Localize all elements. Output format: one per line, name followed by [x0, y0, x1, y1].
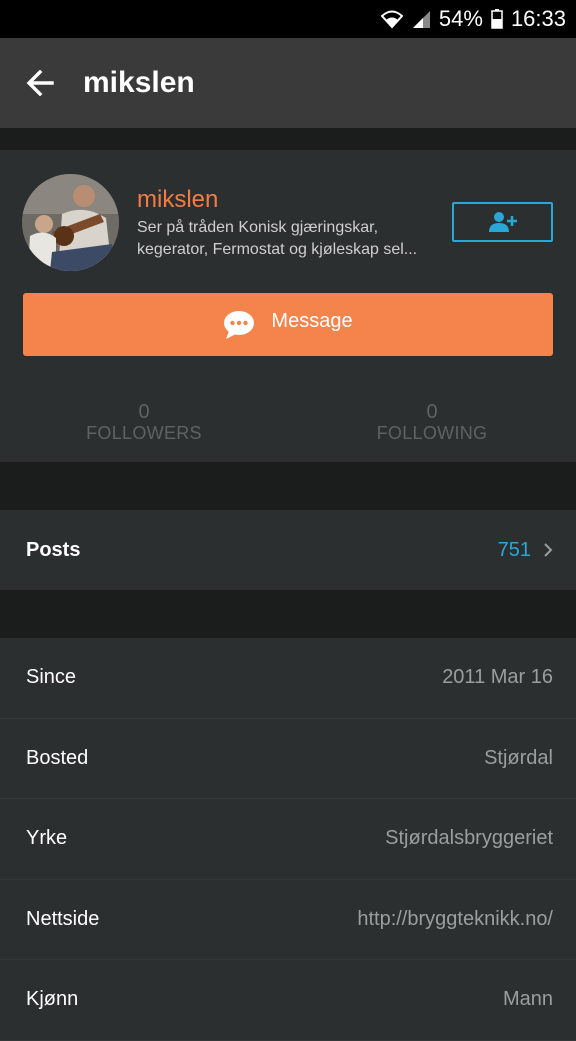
status-bar: 54% 16:33 [0, 0, 576, 38]
page-title: mikslen [83, 66, 195, 99]
info-value: Stjørdal [484, 746, 553, 769]
message-button[interactable]: Message [23, 293, 553, 356]
status-line-1: Ser på tråden Konisk gjæringskar, [137, 219, 379, 236]
followers-stat[interactable]: 0 FOLLOWERS [44, 402, 244, 444]
spacer [0, 128, 576, 150]
clock: 16:33 [510, 6, 566, 31]
info-value-link[interactable]: http://bryggteknikk.no/ [357, 908, 553, 931]
chat-bubble-icon [224, 310, 255, 339]
info-row-since: Since 2011 Mar 16 [0, 638, 576, 719]
info-value: Stjørdalsbryggeriet [385, 827, 553, 850]
status-line-2: kegerator, Fermostat og kjøleskap sel... [137, 241, 418, 258]
followers-label: FOLLOWERS [86, 423, 202, 443]
posts-count: 751 [497, 538, 531, 561]
following-count: 0 [426, 401, 438, 423]
posts-label: Posts [26, 538, 81, 561]
info-key: Nettside [26, 907, 100, 930]
posts-value: 751 [498, 539, 553, 562]
spacer [0, 590, 576, 638]
toolbar: mikslen [0, 38, 576, 128]
following-stat[interactable]: 0 FOLLOWING [332, 402, 532, 444]
profile-card: mikslen Ser på tråden Konisk gjæringskar… [0, 150, 576, 462]
message-button-label: Message [271, 310, 353, 332]
info-key: Kjønn [26, 988, 79, 1011]
info-key: Yrke [26, 827, 68, 850]
back-button[interactable] [0, 38, 80, 128]
following-label: FOLLOWING [376, 423, 488, 443]
profile-name: mikslen [137, 186, 219, 213]
add-user-icon [488, 212, 517, 232]
info-row-nettside: Nettside http://bryggteknikk.no/ [0, 880, 576, 960]
spacer [0, 462, 576, 510]
info-row-bosted: Bosted Stjørdal [0, 719, 576, 799]
info-row-yrke: Yrke Stjørdalsbryggeriet [0, 799, 576, 880]
follow-button[interactable] [452, 202, 553, 242]
wifi-icon [380, 9, 403, 29]
battery-percent: 54% [438, 6, 483, 31]
info-value: 2011 Mar 16 [442, 666, 553, 689]
battery-icon [491, 9, 503, 29]
posts-row[interactable]: Posts 751 [0, 510, 576, 590]
info-key: Since [26, 666, 77, 689]
followers-count: 0 [138, 401, 150, 423]
chevron-right-icon [544, 543, 553, 557]
avatar[interactable] [22, 174, 119, 271]
info-list: Since 2011 Mar 16 Bosted Stjørdal Yrke S… [0, 638, 576, 1041]
signal-icon [411, 9, 431, 29]
profile-status: Ser på tråden Konisk gjæringskar, kegera… [137, 217, 437, 261]
info-value: Mann [502, 988, 553, 1011]
arrow-left-icon [26, 70, 54, 96]
info-key: Bosted [26, 746, 89, 769]
info-row-kjonn: Kjønn Mann [0, 960, 576, 1041]
